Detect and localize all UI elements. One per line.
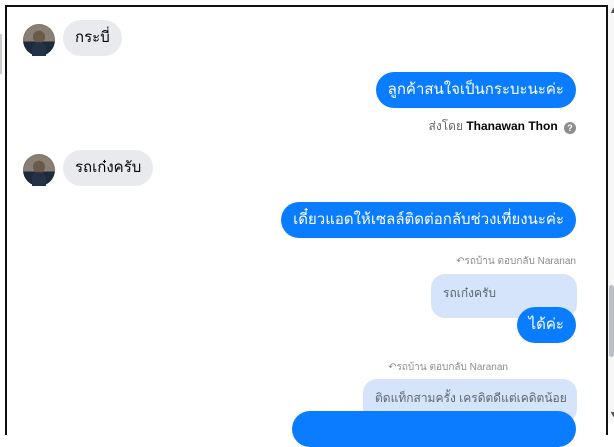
info-icon[interactable]: ? [564, 122, 576, 134]
customer-avatar[interactable] [23, 154, 55, 186]
message-bubble-outgoing[interactable]: ได้ค่ะ [516, 307, 576, 343]
reply-label-text: รถบ้าน ตอบกลับ Naranan [464, 256, 576, 267]
reply-label-text: รถบ้าน ตอบกลับ Naranan [396, 362, 508, 373]
customer-avatar[interactable] [23, 24, 55, 56]
scroll-up-arrow-icon[interactable]: ▲ [609, 6, 614, 15]
scroll-down-arrow-icon[interactable]: ▼ [609, 410, 614, 419]
sent-by-name: Thanawan Thon [466, 119, 558, 133]
left-divider [0, 34, 2, 74]
message-bubble-outgoing-partial[interactable] [292, 411, 576, 447]
reply-label: ↶รถบ้าน ตอบกลับ Naranan [456, 254, 576, 269]
message-bubble-incoming[interactable]: กระบี่ [63, 20, 122, 56]
scrollbar-track[interactable] [608, 0, 614, 422]
sent-by-label: ส่งโดย Thanawan Thon ? [429, 117, 576, 136]
message-bubble-outgoing[interactable]: ลูกค้าสนใจเป็นกระบะนะค่ะ [375, 72, 576, 108]
reply-label: ↶รถบ้าน ตอบกลับ Naranan [388, 360, 508, 375]
sent-by-prefix: ส่งโดย [428, 119, 463, 133]
message-bubble-incoming[interactable]: รถเก๋งครับ [63, 150, 154, 186]
message-bubble-outgoing[interactable]: เดี๋ยวแอดให้เซลล์ติดต่อกลับช่วงเที่ยงนะค… [281, 202, 576, 238]
scrollbar-thumb[interactable] [609, 285, 614, 357]
